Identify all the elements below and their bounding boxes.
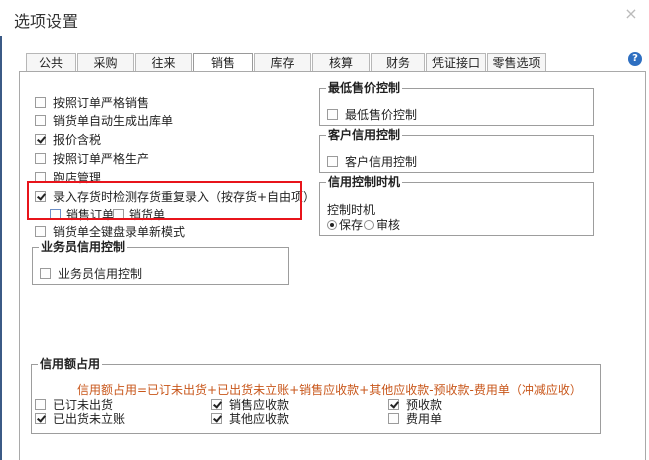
tab-retail-options[interactable]: 零售选项 xyxy=(487,53,546,72)
option-customer-credit[interactable]: 客户信用控制 xyxy=(327,153,417,170)
group-title: 最低售价控制 xyxy=(326,81,403,95)
title-bar: 选项设置 × xyxy=(0,0,649,36)
option-label: 按照订单严格生产 xyxy=(53,152,150,166)
options-dialog: 选项设置 × 公共 采购 往来 销售 库存 核算 财务 凭证接口 零售选项 ? … xyxy=(0,0,649,460)
option-salesperson-credit[interactable]: 业务员信用控制 xyxy=(40,265,142,282)
tab-sales[interactable]: 销售 xyxy=(193,53,253,73)
option-label: 销货单自动生成出库单 xyxy=(53,114,174,128)
checkbox[interactable] xyxy=(327,109,338,120)
checkbox[interactable] xyxy=(35,226,46,237)
tab-public[interactable]: 公共 xyxy=(26,53,76,72)
window-edge xyxy=(0,0,2,460)
checkbox[interactable] xyxy=(211,413,222,424)
checkbox[interactable] xyxy=(35,399,46,410)
option-expense-bill[interactable]: 费用单 xyxy=(388,410,442,427)
group-title: 客户信用控制 xyxy=(326,128,403,142)
tab-inventory[interactable]: 库存 xyxy=(254,53,311,72)
option-shipped-not-invoiced[interactable]: 已出货未立账 xyxy=(35,410,125,427)
option-strict-order-production[interactable]: 按照订单严格生产 xyxy=(35,150,149,167)
tab-voucher-interface[interactable]: 凭证接口 xyxy=(426,53,486,72)
checkbox[interactable] xyxy=(35,153,46,164)
highlight-annotation xyxy=(27,181,302,220)
radio-save[interactable]: 保存 xyxy=(327,216,363,233)
credit-usage-formula: 信用额占用=已订未出货+已出货未立账+销售应收款+其他应收款-预收款-费用单（冲… xyxy=(77,383,582,397)
option-label: 客户信用控制 xyxy=(345,155,418,169)
option-other-receivable[interactable]: 其他应收款 xyxy=(211,410,289,427)
tab-strip: 公共 采购 往来 销售 库存 核算 财务 凭证接口 零售选项 xyxy=(26,53,547,73)
radio-label: 审核 xyxy=(376,218,401,232)
checkbox[interactable] xyxy=(211,399,222,410)
option-label: 最低售价控制 xyxy=(345,108,418,122)
radio-approve[interactable]: 审核 xyxy=(364,216,400,233)
radio-dot[interactable] xyxy=(364,219,374,230)
radio-dot[interactable] xyxy=(327,219,337,230)
option-label: 其他应收款 xyxy=(229,412,290,426)
checkbox[interactable] xyxy=(388,413,399,424)
tab-purchase[interactable]: 采购 xyxy=(77,53,134,72)
option-label: 销货单全键盘录单新模式 xyxy=(53,225,186,239)
option-min-price[interactable]: 最低售价控制 xyxy=(327,106,417,123)
dialog-title: 选项设置 xyxy=(14,12,79,31)
checkbox[interactable] xyxy=(35,97,46,108)
option-label: 报价含税 xyxy=(53,133,102,147)
checkbox[interactable] xyxy=(35,115,46,126)
checkbox[interactable] xyxy=(40,268,51,279)
option-keyboard-entry-mode[interactable]: 销货单全键盘录单新模式 xyxy=(35,223,185,240)
group-title: 信用额占用 xyxy=(38,357,103,371)
option-strict-order-sales[interactable]: 按照订单严格销售 xyxy=(35,94,149,111)
close-icon[interactable]: × xyxy=(623,6,639,22)
radio-label: 保存 xyxy=(339,218,364,232)
checkbox[interactable] xyxy=(327,156,338,167)
option-label: 已出货未立账 xyxy=(53,412,126,426)
option-auto-outbound[interactable]: 销货单自动生成出库单 xyxy=(35,112,173,129)
option-label: 按照订单严格销售 xyxy=(53,96,150,110)
group-title: 信用控制时机 xyxy=(326,175,403,189)
option-quote-tax-included[interactable]: 报价含税 xyxy=(35,131,101,148)
option-label: 业务员信用控制 xyxy=(58,267,143,281)
tab-costing[interactable]: 核算 xyxy=(312,53,370,72)
group-title: 业务员信用控制 xyxy=(39,240,128,254)
checkbox[interactable] xyxy=(35,413,46,424)
help-icon[interactable]: ? xyxy=(628,52,642,66)
tab-finance[interactable]: 财务 xyxy=(371,53,425,72)
tab-accounts[interactable]: 往来 xyxy=(135,53,192,72)
option-label: 费用单 xyxy=(406,412,443,426)
checkbox[interactable] xyxy=(35,134,46,145)
checkbox[interactable] xyxy=(388,399,399,410)
